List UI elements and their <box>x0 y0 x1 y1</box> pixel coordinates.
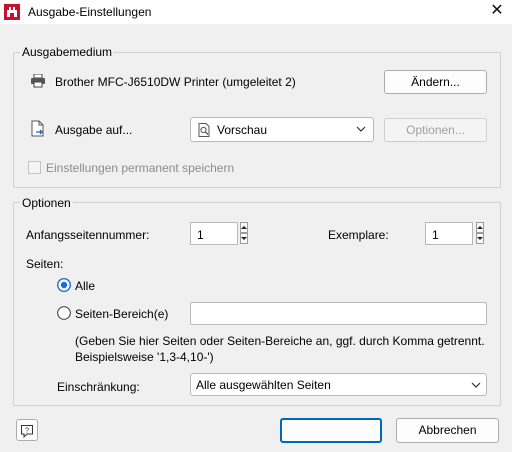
copies-input[interactable]: 1 <box>425 222 473 245</box>
restriction-label: Einschränkung: <box>57 380 140 394</box>
ok-button[interactable] <box>280 418 382 443</box>
chevron-down-icon <box>471 379 481 389</box>
save-permanent-checkbox[interactable] <box>28 161 41 174</box>
page-range-label: Seiten-Bereich(e) <box>75 307 169 321</box>
output-file-icon <box>30 120 46 138</box>
all-pages-label: Alle <box>75 279 96 293</box>
restriction-select[interactable]: Alle ausgewählten Seiten <box>190 373 487 396</box>
start-page-input[interactable]: 1 <box>190 222 238 245</box>
page-range-input[interactable] <box>190 302 487 325</box>
save-permanent-label: Einstellungen permanent speichern <box>46 161 235 175</box>
output-to-value: Vorschau <box>217 123 268 137</box>
output-to-label: Ausgabe auf... <box>55 123 133 137</box>
change-printer-button[interactable]: Ändern... <box>384 70 487 94</box>
output-medium-group-label: Ausgabemedium <box>20 45 115 59</box>
preview-icon <box>198 123 211 137</box>
copies-value: 1 <box>432 228 439 242</box>
start-page-spinner[interactable] <box>240 222 248 244</box>
restriction-value: Alle ausgewählten Seiten <box>196 378 331 392</box>
copies-spinner[interactable] <box>476 222 484 244</box>
spin-up-icon[interactable] <box>240 222 248 233</box>
svg-text:?: ? <box>25 425 29 434</box>
page-range-hint-line2: Beispielsweise '1,3-4,10-') <box>75 350 214 364</box>
spin-down-icon[interactable] <box>476 233 484 244</box>
copies-label: Exemplare: <box>328 228 389 242</box>
spin-down-icon[interactable] <box>240 233 248 244</box>
help-icon: ? <box>20 423 34 438</box>
start-page-value: 1 <box>197 228 204 242</box>
page-range-hint-line1: (Geben Sie hier Seiten oder Seiten-Berei… <box>75 334 485 348</box>
options-group-label: Optionen <box>20 196 73 210</box>
start-page-label: Anfangsseitennummer: <box>26 228 150 242</box>
printer-icon <box>30 73 46 88</box>
spin-up-icon[interactable] <box>476 222 484 233</box>
pages-label: Seiten: <box>26 257 64 271</box>
cancel-button[interactable]: Abbrechen <box>396 418 499 443</box>
printer-name: Brother MFC-J6510DW Printer (umgeleitet … <box>55 75 296 89</box>
chevron-down-icon <box>356 123 366 133</box>
page-range-radio[interactable] <box>57 306 71 320</box>
window-title: Ausgabe-Einstellungen <box>28 5 152 19</box>
options-button[interactable]: Optionen... <box>384 118 487 142</box>
all-pages-radio[interactable] <box>56 277 72 293</box>
app-logo-icon <box>4 4 20 20</box>
help-button[interactable]: ? <box>16 419 38 441</box>
output-to-select[interactable]: Vorschau <box>190 117 374 142</box>
close-icon[interactable]: ✕ <box>488 2 506 20</box>
